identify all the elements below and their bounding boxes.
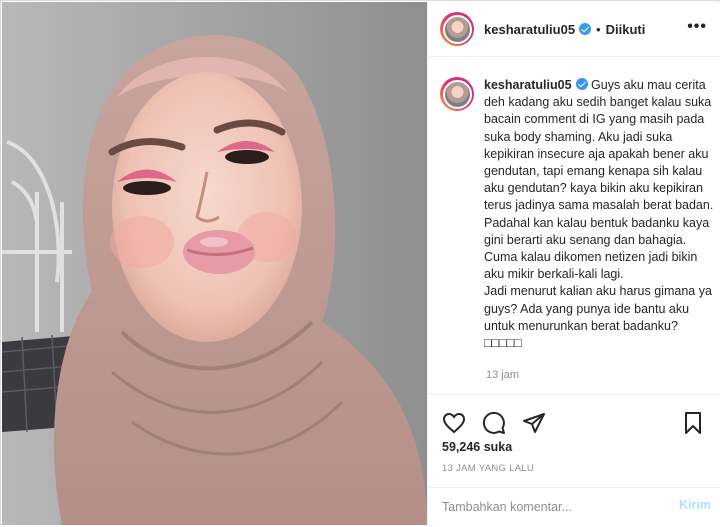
share-icon[interactable] xyxy=(522,411,546,435)
verified-badge-icon xyxy=(579,22,592,35)
post-photo[interactable] xyxy=(2,2,427,525)
caption-username[interactable]: kesharatuliu05 xyxy=(484,78,572,92)
avatar-image xyxy=(442,14,472,44)
caption-text: kesharatuliu05 Guys aku mau cerita deh k… xyxy=(484,77,715,352)
action-bar: 59,246 suka 13 JAM YANG LALU Kirim xyxy=(428,394,720,526)
post-side-panel: kesharatuliu05 • Diikuti ••• kesharatuli… xyxy=(427,2,720,525)
caption-time: 13 jam xyxy=(486,369,520,381)
bookmark-icon[interactable] xyxy=(681,411,705,435)
post-image-illustration xyxy=(2,2,427,525)
caption: kesharatuliu05 Guys aku mau cerita deh k… xyxy=(440,77,715,352)
like-count[interactable]: 59,246 suka xyxy=(442,440,512,454)
caption-body: Guys aku mau cerita deh kadang aku sedih… xyxy=(484,78,714,351)
caption-verified-badge-icon xyxy=(575,78,588,90)
heart-icon[interactable] xyxy=(442,411,466,435)
post-header: kesharatuliu05 • Diikuti ••• xyxy=(428,2,720,57)
action-icons xyxy=(442,411,546,435)
separator-dot: • xyxy=(596,21,601,37)
caption-avatar[interactable] xyxy=(440,77,474,111)
comment-icon[interactable] xyxy=(482,411,506,435)
post-window: kesharatuliu05 • Diikuti ••• kesharatuli… xyxy=(0,0,720,525)
header-username[interactable]: kesharatuliu05 xyxy=(484,22,592,37)
header-username-text[interactable]: kesharatuliu05 xyxy=(484,22,575,37)
post-timestamp: 13 JAM YANG LALU xyxy=(442,463,535,474)
caption-avatar-image xyxy=(442,79,472,109)
more-options-icon[interactable]: ••• xyxy=(687,18,707,36)
comment-input[interactable] xyxy=(442,500,652,514)
following-button[interactable]: Diikuti xyxy=(606,22,646,37)
post-comment-button[interactable]: Kirim xyxy=(679,498,711,512)
avatar[interactable] xyxy=(440,12,474,46)
comment-box: Kirim xyxy=(428,487,720,527)
